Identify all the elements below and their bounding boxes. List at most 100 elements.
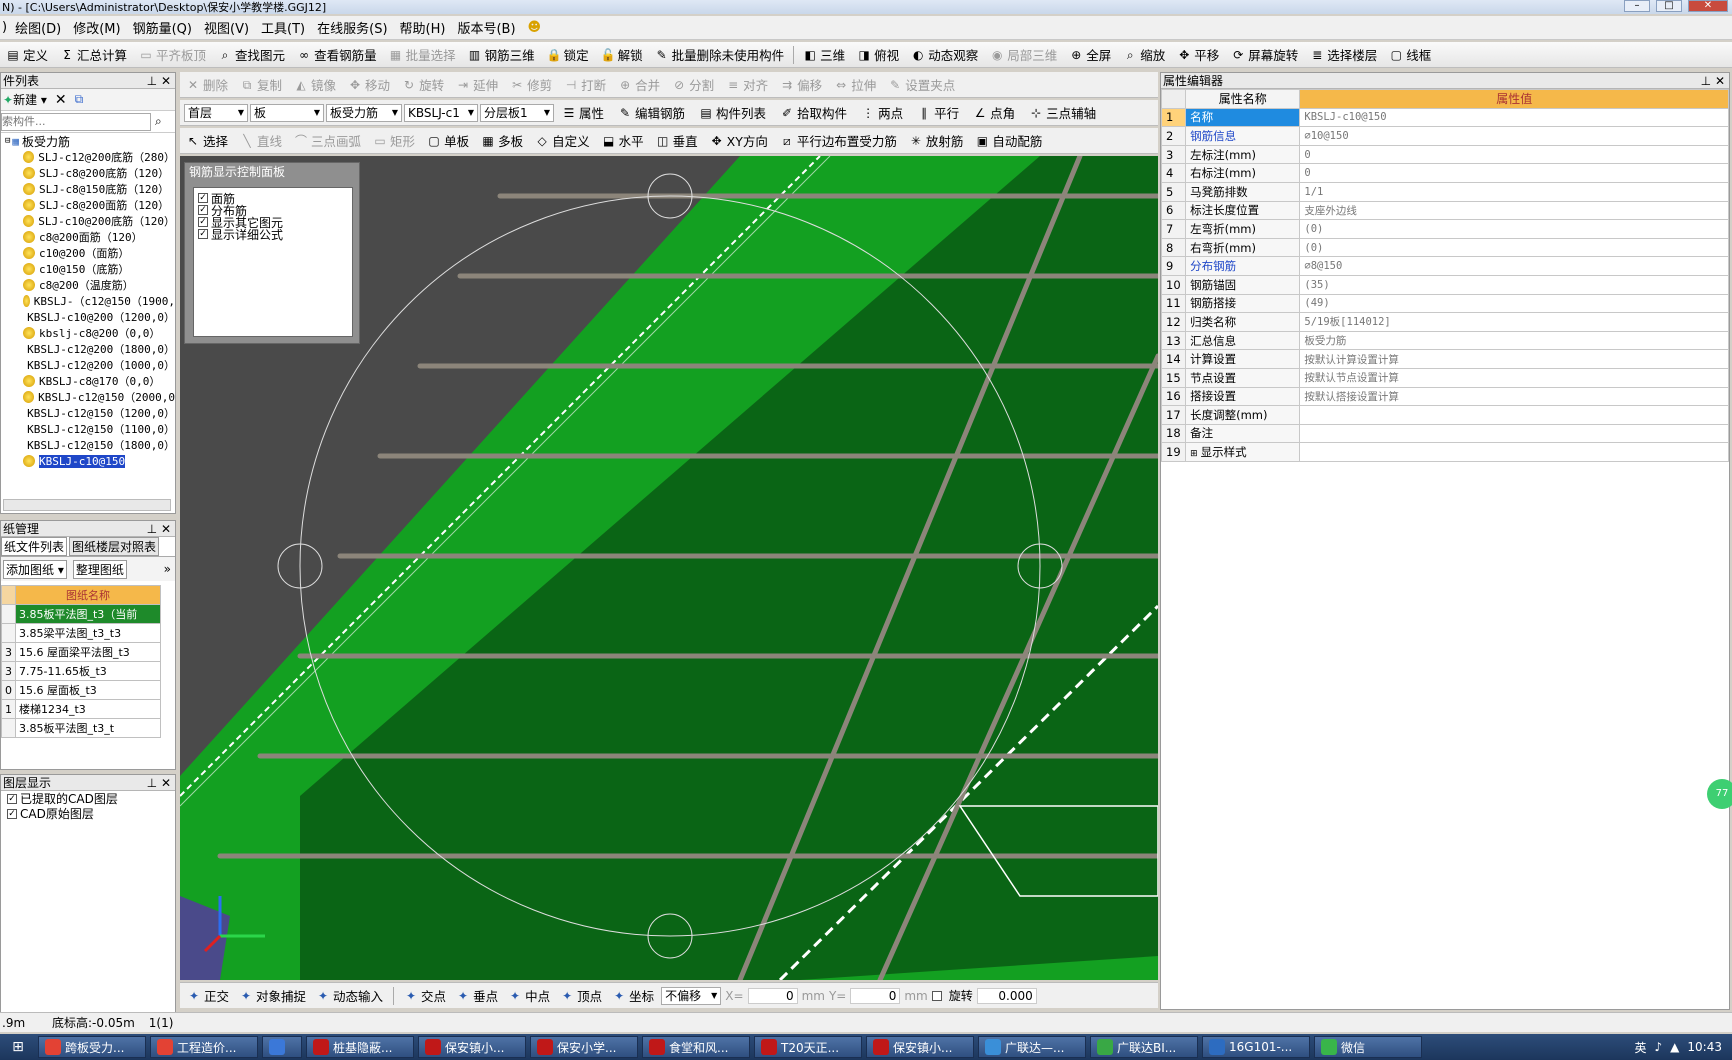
- volume-icon[interactable]: ♪: [1655, 1040, 1663, 1054]
- toolbar-button[interactable]: ✥ 平移: [1171, 43, 1225, 67]
- snap-toggle[interactable]: ✦ 对象捕捉: [236, 984, 309, 1008]
- property-row[interactable]: 19 ⊞ 显示样式: [1160, 442, 1729, 462]
- select-dropdown[interactable]: KBSLJ-c1 ▼: [404, 103, 478, 122]
- taskbar-item[interactable]: 广联达—...: [978, 1036, 1086, 1058]
- menu-item[interactable]: 修改(M): [67, 18, 126, 37]
- toolbar-button[interactable]: ✎ 设置夹点: [882, 73, 961, 97]
- property-row[interactable]: 15 节点设置 按默认节点设置计算: [1160, 367, 1729, 388]
- table-row[interactable]: 0 15.6 屋面板_t3: [1, 680, 161, 700]
- property-value[interactable]: 按默认搭接设置计算: [1299, 386, 1729, 407]
- toolbar-button[interactable]: ▤ 定义: [0, 43, 54, 67]
- table-row[interactable]: 3.85板平法图_t3_t: [1, 718, 161, 738]
- property-value[interactable]: [1299, 405, 1729, 425]
- panel-pin-close-icon[interactable]: ⊥ ✕: [147, 74, 175, 88]
- tree-item[interactable]: KBSLJ-c12@200（1800,0）: [5, 341, 175, 357]
- tree-root[interactable]: ⊟ ▦ 板受力筋: [5, 133, 175, 149]
- tree-item[interactable]: KBSLJ-（c12@150（1900,: [5, 293, 175, 309]
- taskbar-item[interactable]: 保安镇小...: [866, 1036, 974, 1058]
- component-search-input[interactable]: [1, 112, 151, 131]
- rotate-input[interactable]: 0.000: [976, 987, 1037, 1004]
- checkbox[interactable]: ✓: [198, 205, 208, 215]
- layer-item[interactable]: ✓ CAD原始图层: [1, 806, 175, 821]
- horizontal-scrollbar[interactable]: [3, 499, 171, 511]
- property-value[interactable]: 按默认计算设置计算: [1299, 349, 1729, 369]
- table-row[interactable]: 1 楼梯1234_t3: [1, 699, 161, 719]
- tree-item[interactable]: KBSLJ-c8@170（0,0）: [5, 373, 175, 389]
- property-value[interactable]: 按默认节点设置计算: [1299, 367, 1729, 388]
- property-row[interactable]: 12 归类名称 5/19板[114012]: [1160, 312, 1729, 332]
- tree-item[interactable]: KBSLJ-c12@150（2000,0: [5, 389, 175, 405]
- snap-toggle[interactable]: ✦ 正交: [184, 984, 232, 1008]
- close-button[interactable]: ✕: [1688, 0, 1728, 12]
- panel-pin-close-icon[interactable]: ⊥ ✕: [147, 776, 175, 790]
- toolbar-button[interactable]: ✂ 修剪: [504, 73, 558, 97]
- property-row[interactable]: 13 汇总信息 板受力筋: [1160, 330, 1729, 351]
- toolbar-button[interactable]: ▣ 自动配筋: [969, 129, 1048, 153]
- layer-item[interactable]: ✓ 已提取的CAD图层: [1, 791, 175, 806]
- tree-item[interactable]: SLJ-c8@200面筋（120）: [5, 197, 175, 213]
- taskbar-item[interactable]: 桩基隐蔽...: [306, 1036, 414, 1058]
- tree-item[interactable]: KBSLJ-c12@200（1000,0）: [5, 357, 175, 373]
- toolbar-button[interactable]: ⊣ 打断: [558, 73, 612, 97]
- property-row[interactable]: 6 标注长度位置 支座外边线: [1160, 200, 1729, 221]
- tree-item[interactable]: c10@200（面筋）: [5, 245, 175, 261]
- toolbar-button[interactable]: ≡ 对齐: [720, 73, 774, 97]
- toolbar-button[interactable]: ◭ 镜像: [288, 73, 342, 97]
- property-row[interactable]: 10 钢筋锚固 (35): [1160, 274, 1729, 295]
- menu-item[interactable]: 在线服务(S): [311, 18, 393, 37]
- property-row[interactable]: 17 长度调整(mm): [1160, 405, 1729, 425]
- menu-item[interactable]: 帮助(H): [394, 18, 452, 37]
- property-row[interactable]: 14 计算设置 按默认计算设置计算: [1160, 349, 1729, 369]
- toolbar-button[interactable]: ≣ 选择楼层: [1304, 43, 1383, 67]
- expand-icon[interactable]: ⊞: [1190, 449, 1198, 459]
- toolbar-button[interactable]: ◨ 俯视: [851, 43, 905, 67]
- tree-item[interactable]: KBSLJ-c12@150（1800,0）: [5, 437, 175, 453]
- property-row[interactable]: 4 右标注(mm) 0: [1160, 163, 1729, 183]
- property-value[interactable]: 板受力筋: [1299, 330, 1729, 351]
- offset-select[interactable]: 不偏移 ▼: [661, 986, 722, 1005]
- smiley-icon[interactable]: ☻: [522, 20, 548, 35]
- snap-toggle[interactable]: ✦ 中点: [505, 984, 553, 1008]
- tab-drawing-floors[interactable]: 图纸楼层对照表: [69, 537, 160, 556]
- property-value[interactable]: (49): [1299, 293, 1729, 314]
- toolbar-button[interactable]: ∥ 平行: [911, 101, 965, 125]
- panel-pin-close-icon[interactable]: ⊥ ✕: [1701, 74, 1729, 88]
- toolbar-button[interactable]: ▦ 多板: [475, 129, 529, 153]
- property-row[interactable]: 18 备注: [1160, 423, 1729, 444]
- property-row[interactable]: 8 右弯折(mm) (0): [1160, 237, 1729, 258]
- taskbar-item[interactable]: 16G101-...: [1202, 1036, 1310, 1058]
- snap-toggle[interactable]: ✦ 动态输入: [313, 984, 386, 1008]
- table-row[interactable]: 3 15.6 屋面梁平法图_t3: [1, 642, 161, 662]
- table-row[interactable]: 3.85板平法图_t3（当前: [1, 604, 161, 624]
- toolbar-button[interactable]: ⊕ 合并: [612, 73, 666, 97]
- toolbar-button[interactable]: ⌒ 三点画弧: [288, 129, 367, 153]
- minimize-button[interactable]: –: [1624, 0, 1650, 12]
- 3d-viewport[interactable]: 钢筋显示控制面板 ✓ 面筋 ✓ 分布筋 ✓ 显示其它图元 ✓ 显示详细公式: [180, 156, 1158, 980]
- ime-indicator[interactable]: 英: [1634, 1039, 1646, 1056]
- toolbar-button[interactable]: 🔓 解锁: [595, 43, 649, 67]
- toolbar-button[interactable]: ⋮ 两点: [855, 101, 909, 125]
- tree-item[interactable]: c8@200面筋（120）: [5, 229, 175, 245]
- toolbar-button[interactable]: 🔒 锁定: [541, 43, 595, 67]
- property-value[interactable]: [1299, 442, 1729, 462]
- taskbar-item[interactable]: 工程造价...: [150, 1036, 258, 1058]
- toolbar-button[interactable]: ⊕ 全屏: [1063, 43, 1117, 67]
- toolbar-button[interactable]: ✎ 编辑钢筋: [612, 101, 691, 125]
- tree-item[interactable]: KBSLJ-c10@150: [5, 453, 175, 469]
- toolbar-button[interactable]: ⊘ 分割: [666, 73, 720, 97]
- toolbar-button[interactable]: Σ 汇总计算: [54, 43, 133, 67]
- toolbar-button[interactable]: ⇉ 偏移: [774, 73, 828, 97]
- toolbar-button[interactable]: ⊹ 三点辅轴: [1023, 101, 1102, 125]
- toolbar-button[interactable]: ↖ 选择: [180, 129, 234, 153]
- toolbar-button[interactable]: ▤ 构件列表: [693, 101, 772, 125]
- property-value[interactable]: KBSLJ-c10@150: [1299, 107, 1729, 128]
- property-row[interactable]: 11 钢筋搭接 (49): [1160, 293, 1729, 314]
- toolbar-button[interactable]: ∞ 查看钢筋量: [291, 43, 383, 67]
- tree-item[interactable]: SLJ-c8@200底筋（120）: [5, 165, 175, 181]
- toolbar-button[interactable]: ⌕ 查找图元: [212, 43, 291, 67]
- tree-item[interactable]: SLJ-c12@200底筋（280）: [5, 149, 175, 165]
- snap-toggle[interactable]: ✦ 交点: [401, 984, 449, 1008]
- toolbar-button[interactable]: ✎ 批量删除未使用构件: [649, 43, 791, 67]
- toolbar-button[interactable]: ✕ 删除: [180, 73, 234, 97]
- toolbar-button[interactable]: ✥ 移动: [342, 73, 396, 97]
